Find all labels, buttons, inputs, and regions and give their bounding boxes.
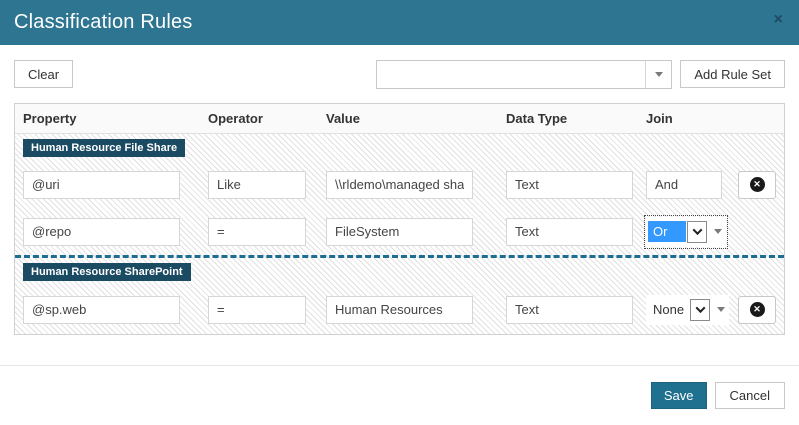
- rules-table: Property Operator Value Data Type Join H…: [14, 103, 785, 335]
- dropdown-triangle-icon[interactable]: [717, 307, 725, 312]
- ruleset-combobox[interactable]: [376, 60, 672, 89]
- rules-table-header: Property Operator Value Data Type Join: [15, 104, 784, 134]
- column-header-join: Join: [646, 111, 738, 126]
- save-button[interactable]: Save: [651, 382, 707, 409]
- column-header-value: Value: [326, 111, 506, 126]
- column-header-data-type: Data Type: [506, 111, 646, 126]
- operator-field[interactable]: [208, 296, 306, 324]
- property-field[interactable]: [23, 218, 180, 246]
- join-field[interactable]: [646, 171, 722, 199]
- ruleset-combobox-dropdown-button[interactable]: [645, 61, 671, 88]
- chevron-down-icon: [692, 225, 702, 235]
- dialog-titlebar: Classification Rules ×: [0, 0, 799, 45]
- delete-circle-icon: ✕: [750, 177, 765, 192]
- spacer: [0, 335, 799, 367]
- value-field[interactable]: [326, 218, 473, 246]
- operator-field[interactable]: [208, 171, 306, 199]
- ruleset-combobox-input[interactable]: [377, 61, 645, 88]
- dropdown-triangle-icon[interactable]: [714, 229, 722, 234]
- rule-group-header: Human Resource File Share: [15, 134, 784, 161]
- join-selected-value: Or: [648, 221, 686, 242]
- data-type-field[interactable]: [506, 218, 633, 246]
- add-rule-set-button[interactable]: Add Rule Set: [680, 60, 785, 88]
- column-header-operator: Operator: [208, 111, 326, 126]
- rules-table-body: Human Resource File Share ✕: [15, 134, 784, 334]
- rule-row: None ✕: [15, 285, 784, 334]
- data-type-field[interactable]: [506, 296, 633, 324]
- rule-group-badge: Human Resource File Share: [23, 139, 185, 157]
- operator-field[interactable]: [208, 218, 306, 246]
- dialog-title: Classification Rules: [14, 11, 193, 34]
- rule-row: ✕: [15, 161, 784, 208]
- delete-circle-icon: ✕: [750, 302, 765, 317]
- dialog-toolbar: Clear Add Rule Set: [0, 45, 799, 103]
- join-select[interactable]: Or: [646, 217, 726, 247]
- rule-row: Or: [15, 208, 784, 255]
- dialog-footer: Save Cancel: [0, 365, 799, 425]
- rule-group-badge: Human Resource SharePoint: [23, 263, 191, 281]
- property-field[interactable]: [23, 171, 180, 199]
- join-select[interactable]: None: [646, 295, 729, 325]
- value-field[interactable]: [326, 296, 473, 324]
- clear-button[interactable]: Clear: [14, 60, 73, 88]
- join-selected-value: None: [648, 299, 689, 320]
- delete-rule-button[interactable]: ✕: [738, 171, 776, 199]
- column-header-property: Property: [23, 111, 208, 126]
- data-type-field[interactable]: [506, 171, 633, 199]
- chevron-down-icon: [695, 303, 705, 313]
- select-arrow-button[interactable]: [690, 299, 710, 321]
- cancel-button[interactable]: Cancel: [715, 382, 785, 409]
- close-icon[interactable]: ×: [774, 12, 783, 28]
- chevron-down-icon: [655, 72, 663, 77]
- property-field[interactable]: [23, 296, 180, 324]
- select-arrow-button[interactable]: [687, 221, 707, 243]
- classification-rules-dialog: Classification Rules × Clear Add Rule Se…: [0, 0, 799, 425]
- delete-rule-button[interactable]: ✕: [738, 296, 776, 324]
- value-field[interactable]: [326, 171, 473, 199]
- rule-group-header: Human Resource SharePoint: [15, 258, 784, 285]
